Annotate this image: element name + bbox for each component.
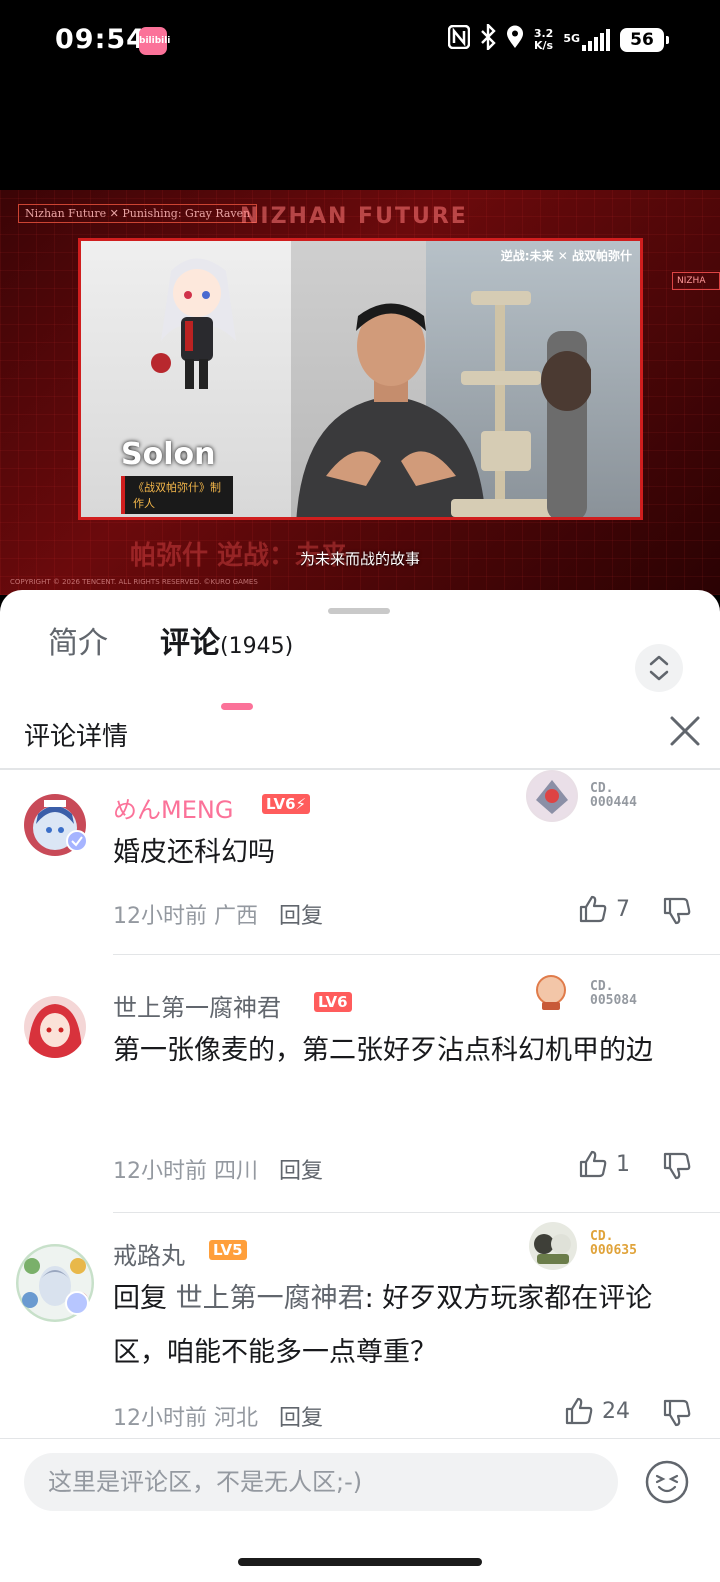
comment-location: 河北: [214, 1406, 259, 1431]
fan-medal-label: CD. 000444: [590, 782, 637, 810]
battery-icon: 56: [620, 28, 669, 52]
comment-text: 回复 世上第一腐神君: 好歹双方玩家都在评论区，咱能不能多一点尊重？: [113, 1272, 693, 1380]
reply-button[interactable]: 回复: [279, 1159, 323, 1184]
comment-username[interactable]: めんMENG: [113, 790, 233, 825]
tab-intro[interactable]: 简介: [48, 618, 108, 662]
status-bar: 09:54 bilibili 3.2 K/s 5G 56: [0, 0, 720, 80]
presenter-name: Solon: [121, 437, 216, 472]
comment-location: 四川: [214, 1159, 259, 1184]
comment-text: 第一张像麦的，第二张好歹沾点科幻机甲的边: [113, 1035, 653, 1066]
home-gesture-bar[interactable]: [238, 1558, 482, 1566]
chevron-up-down-icon: [649, 655, 669, 681]
fan-medal-line1: CD.: [590, 1229, 614, 1244]
thumbs-down-icon[interactable]: [662, 1151, 692, 1181]
presenter-name-tag: Solon 《战双帕弥什》制作人: [121, 437, 233, 514]
expand-collapse-button[interactable]: [635, 644, 683, 692]
comment-location: 广西: [214, 904, 259, 929]
level-badge: LV6: [314, 992, 352, 1012]
status-time: 09:54: [55, 24, 146, 55]
tab-comments-label: 评论: [160, 626, 220, 661]
video-inner-frame: 逆战:未来 ✕ 战双帕弥什 Solon 《战双帕弥什》制作人: [78, 238, 643, 520]
video-headline: NIZHAN FUTURE: [240, 204, 468, 229]
bluetooth-icon: [480, 22, 496, 56]
status-icons: 3.2 K/s 5G 56: [447, 22, 669, 56]
reply-button[interactable]: 回复: [279, 1406, 323, 1431]
video-subtitle: 为未来而战的故事: [299, 550, 420, 568]
fan-medal-icon: [527, 1220, 579, 1272]
comment-item: 世上第一腐神君 LV6 CD. 005084 第一张像麦的，第二张好歹沾点科幻机…: [0, 958, 720, 1214]
comment-meta: 12小时前 四川 回复: [113, 1153, 323, 1185]
reply-button[interactable]: 回复: [279, 904, 323, 929]
comment-divider: [113, 954, 720, 955]
comment-time: 12小时前: [113, 904, 207, 929]
level-badge: LV5: [209, 1240, 247, 1260]
like-count: 24: [602, 1398, 630, 1424]
comment-sheet: 简介 评论(1945) 评论详情 めんMENG LV6⚡ CD. 000444 …: [0, 590, 720, 1582]
video-collab-tag: Nizhan Future ✕ Punishing: Gray Raven: [18, 204, 258, 223]
comment-input[interactable]: 这里是评论区，不是无人区;-): [24, 1453, 618, 1511]
fan-medal-line1: CD.: [590, 979, 614, 994]
anime-character-figure: [151, 258, 236, 389]
comment-meta: 12小时前 广西 回复: [113, 898, 323, 930]
comment-username[interactable]: 世上第一腐神君: [113, 988, 281, 1023]
comment-time: 12小时前: [113, 1406, 207, 1431]
like-button[interactable]: 7: [578, 894, 630, 924]
comment-detail-header: 评论详情: [0, 698, 720, 770]
like-button[interactable]: 1: [578, 1149, 630, 1179]
comment-input-bar: 这里是评论区，不是无人区;-): [0, 1438, 720, 1526]
video-player[interactable]: Nizhan Future ✕ Punishing: Gray Raven NI…: [0, 190, 720, 595]
network-speed: 3.2 K/s: [534, 28, 554, 52]
tab-bar: 简介 评论(1945): [0, 618, 720, 710]
verified-badge-icon: [65, 1291, 89, 1315]
comment-text: 婚皮还科幻吗: [113, 837, 275, 868]
tab-comments-count: (1945): [220, 634, 294, 659]
comment-meta: 12小时前 河北 回复: [113, 1400, 323, 1432]
fan-medal-icon: [530, 972, 582, 1024]
video-copyright: COPYRIGHT © 2026 TENCENT. ALL RIGHTS RES…: [10, 578, 258, 586]
comment-divider: [113, 1212, 720, 1213]
nfc-icon: [447, 24, 471, 55]
fan-medal-icon: [526, 770, 578, 822]
signal-icon: [582, 29, 610, 51]
network-speed-unit: K/s: [534, 39, 554, 52]
fan-medal-line2: 000635: [590, 1243, 637, 1258]
comment-username[interactable]: 戒路丸: [113, 1236, 185, 1271]
system-nav-bar: [0, 1524, 720, 1582]
presenter-role: 《战双帕弥什》制作人: [121, 476, 233, 514]
close-icon[interactable]: [668, 714, 702, 748]
comment-list: めんMENG LV6⚡ CD. 000444 婚皮还科幻吗 12小时前 广西 回…: [0, 770, 720, 1438]
thumbs-up-icon: [565, 1397, 593, 1425]
emoji-icon[interactable]: [644, 1459, 690, 1505]
network-type: 5G: [563, 32, 580, 45]
thumbs-up-icon: [579, 895, 607, 923]
thumbs-up-icon: [579, 1150, 607, 1178]
fan-medal-label: CD. 000635: [590, 1230, 637, 1258]
comment-time: 12小时前: [113, 1159, 207, 1184]
fan-medal-line2: 000444: [590, 795, 637, 810]
cat-tree: [451, 291, 591, 517]
video-right-tag: NIZHA: [672, 272, 720, 290]
comment-item: 戒路丸 LV5 CD. 000635 回复 世上第一腐神君: 好歹双方玩家都在评…: [0, 1214, 720, 1438]
bilibili-app-icon: bilibili: [139, 27, 170, 55]
avatar[interactable]: [24, 996, 86, 1058]
comment-item: めんMENG LV6⚡ CD. 000444 婚皮还科幻吗 12小时前 广西 回…: [0, 770, 720, 958]
like-button[interactable]: 24: [564, 1396, 630, 1426]
fan-medal-line1: CD.: [590, 781, 614, 796]
thumbs-down-icon[interactable]: [662, 896, 692, 926]
verified-badge-icon: [66, 830, 88, 852]
sheet-drag-handle[interactable]: [328, 608, 390, 614]
reply-prefix: 回复: [113, 1283, 176, 1314]
thumbs-down-icon[interactable]: [662, 1398, 692, 1428]
video-game-logo: 逆战:未来 ✕ 战双帕弥什: [500, 249, 632, 263]
like-count: 1: [616, 1151, 630, 1177]
location-icon: [506, 25, 524, 55]
signal-group: 5G: [563, 29, 610, 51]
level-badge: LV6⚡: [262, 794, 311, 814]
tab-comments[interactable]: 评论(1945): [160, 618, 293, 662]
fan-medal-line2: 005084: [590, 993, 637, 1008]
fan-medal-label: CD. 005084: [590, 980, 637, 1008]
reply-target-username[interactable]: 世上第一腐神君: [176, 1283, 365, 1314]
like-count: 7: [616, 896, 630, 922]
comment-detail-title: 评论详情: [24, 722, 129, 752]
